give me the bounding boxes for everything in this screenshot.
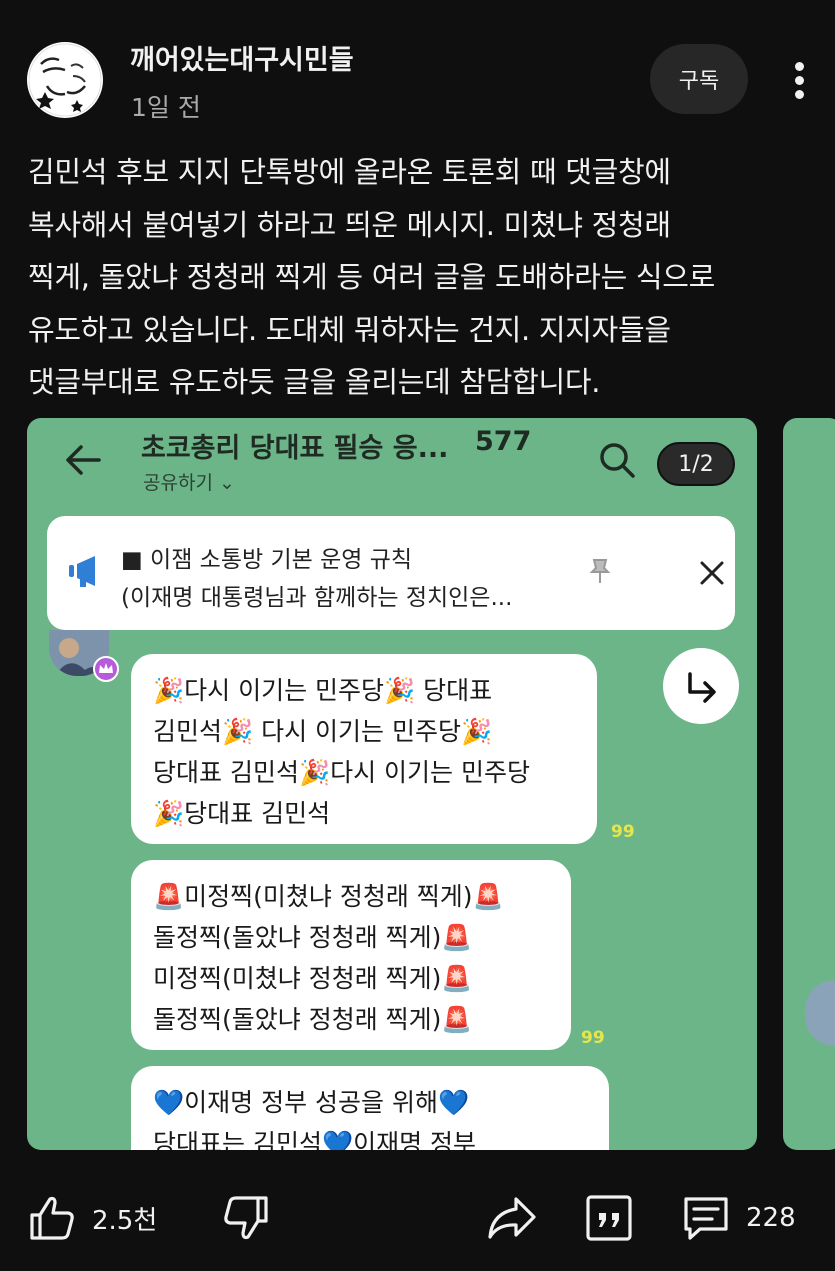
post-line: 유도하고 있습니다. 도대체 뭐하자는 건지. 지지자들을 <box>28 312 671 347</box>
like-count: 2.5천 <box>92 1205 158 1236</box>
chat-room-title: 초코총리 당대표 필승 응... <box>141 433 449 464</box>
notice-preview: (이재명 대통령님과 함께하는 정치인은... <box>121 585 513 611</box>
post-time: 1일 전 <box>131 93 201 122</box>
message-line: 🎉당대표 김민석 <box>153 799 331 828</box>
forward-button <box>663 648 739 724</box>
message-line: 💙이재명 정부 성공을 위해💙 <box>153 1088 470 1117</box>
comment-count: 228 <box>746 1203 796 1233</box>
thumbs-down-icon <box>224 1196 268 1240</box>
pin-icon <box>589 559 611 583</box>
post-line: 복사해서 붙여넣기 하라고 띄운 메시지. 미쳤냐 정청래 <box>28 207 671 242</box>
quote-icon <box>586 1195 632 1241</box>
chevron-down-icon: ⌄ <box>212 472 235 494</box>
search-icon <box>600 443 635 478</box>
next-image-preview[interactable] <box>783 418 835 1150</box>
post-line: 찍게, 돌았냐 정청래 찍게 등 여러 글을 도배하라는 식으로 <box>28 260 716 294</box>
message-line: 당대표 김민석🎉다시 이기는 민주당 <box>153 758 530 787</box>
message-line: 돌정찍(돌았냐 정청래 찍게)🚨 <box>153 1005 473 1034</box>
page-indicator: 1/2 <box>657 442 735 486</box>
close-icon <box>700 561 724 585</box>
channel-avatar-logo <box>28 43 102 117</box>
notice-title: ■ 이잼 소통방 기본 운영 규칙 <box>121 547 413 573</box>
channel-avatar[interactable] <box>27 42 103 118</box>
message-line: 돌정찍(돌았냐 정청래 찍게)🚨 <box>153 923 473 952</box>
like-button[interactable]: 2.5천 <box>28 1190 157 1246</box>
quote-button[interactable] <box>584 1190 634 1246</box>
post-body: 김민석 후보 지지 단톡방에 올라온 토론회 때 댓글창에 복사해서 붙여넣기 … <box>28 146 818 409</box>
forward-arrow-icon <box>688 672 716 703</box>
megaphone-icon <box>69 556 95 587</box>
chat-member-count: 577 <box>475 426 532 457</box>
more-vert-icon[interactable] <box>780 52 820 108</box>
comment-button[interactable]: 228 <box>680 1190 796 1246</box>
chat-share-text: 공유하기 <box>143 472 213 494</box>
action-bar: 2.5천 228 <box>0 1170 835 1270</box>
read-count: 99 <box>611 822 635 842</box>
comment-icon <box>684 1197 728 1240</box>
message-line: 김민석🎉 다시 이기는 민주당🎉 <box>153 717 493 746</box>
message-line: 🎉다시 이기는 민주당🎉 당대표 <box>153 676 493 705</box>
chat-share-label: 공유하기 ⌄ <box>143 468 235 495</box>
share-icon <box>488 1197 536 1239</box>
thumbs-up-icon <box>30 1196 74 1240</box>
share-button[interactable] <box>486 1190 538 1246</box>
message-line: 미정찍(미쳤냐 정청래 찍게)🚨 <box>153 964 473 993</box>
chat-notice-banner: ■ 이잼 소통방 기본 운영 규칙 (이재명 대통령님과 함께하는 정치인은..… <box>47 516 735 630</box>
dislike-button[interactable] <box>220 1190 270 1246</box>
channel-name[interactable]: 깨어있는대구시민들 <box>130 38 354 77</box>
message-line: 당대표는 김민석💙이재명 정부 <box>153 1129 477 1150</box>
message-line: 🚨미정찍(미쳤냐 정청래 찍게)🚨 <box>153 882 504 911</box>
chat-message: 🎉다시 이기는 민주당🎉 당대표 김민석🎉 다시 이기는 민주당🎉 당대표 김민… <box>131 654 597 844</box>
post-line: 김민석 후보 지지 단톡방에 올라온 토론회 때 댓글창에 <box>28 155 671 189</box>
sender-avatar <box>805 980 835 1046</box>
subscribe-button[interactable]: 구독 <box>650 44 748 114</box>
read-count: 99 <box>581 1028 605 1048</box>
post-line: 댓글부대로 유도하듯 글을 올리는데 참담합니다. <box>28 365 601 399</box>
chat-message: 💙이재명 정부 성공을 위해💙 당대표는 김민석💙이재명 정부 <box>131 1066 609 1150</box>
post-header: 깨어있는대구시민들 1일 전 구독 <box>0 0 835 140</box>
back-arrow-icon <box>66 445 101 475</box>
chat-message: 🚨미정찍(미쳤냐 정청래 찍게)🚨 돌정찍(돌았냐 정청래 찍게)🚨 미정찍(미… <box>131 860 571 1050</box>
crown-glyph <box>99 663 113 673</box>
crown-icon <box>93 656 119 682</box>
post-image[interactable]: 초코총리 당대표 필승 응... 577 공유하기 ⌄ 1/2 ■ 이잼 소통방… <box>27 418 757 1150</box>
